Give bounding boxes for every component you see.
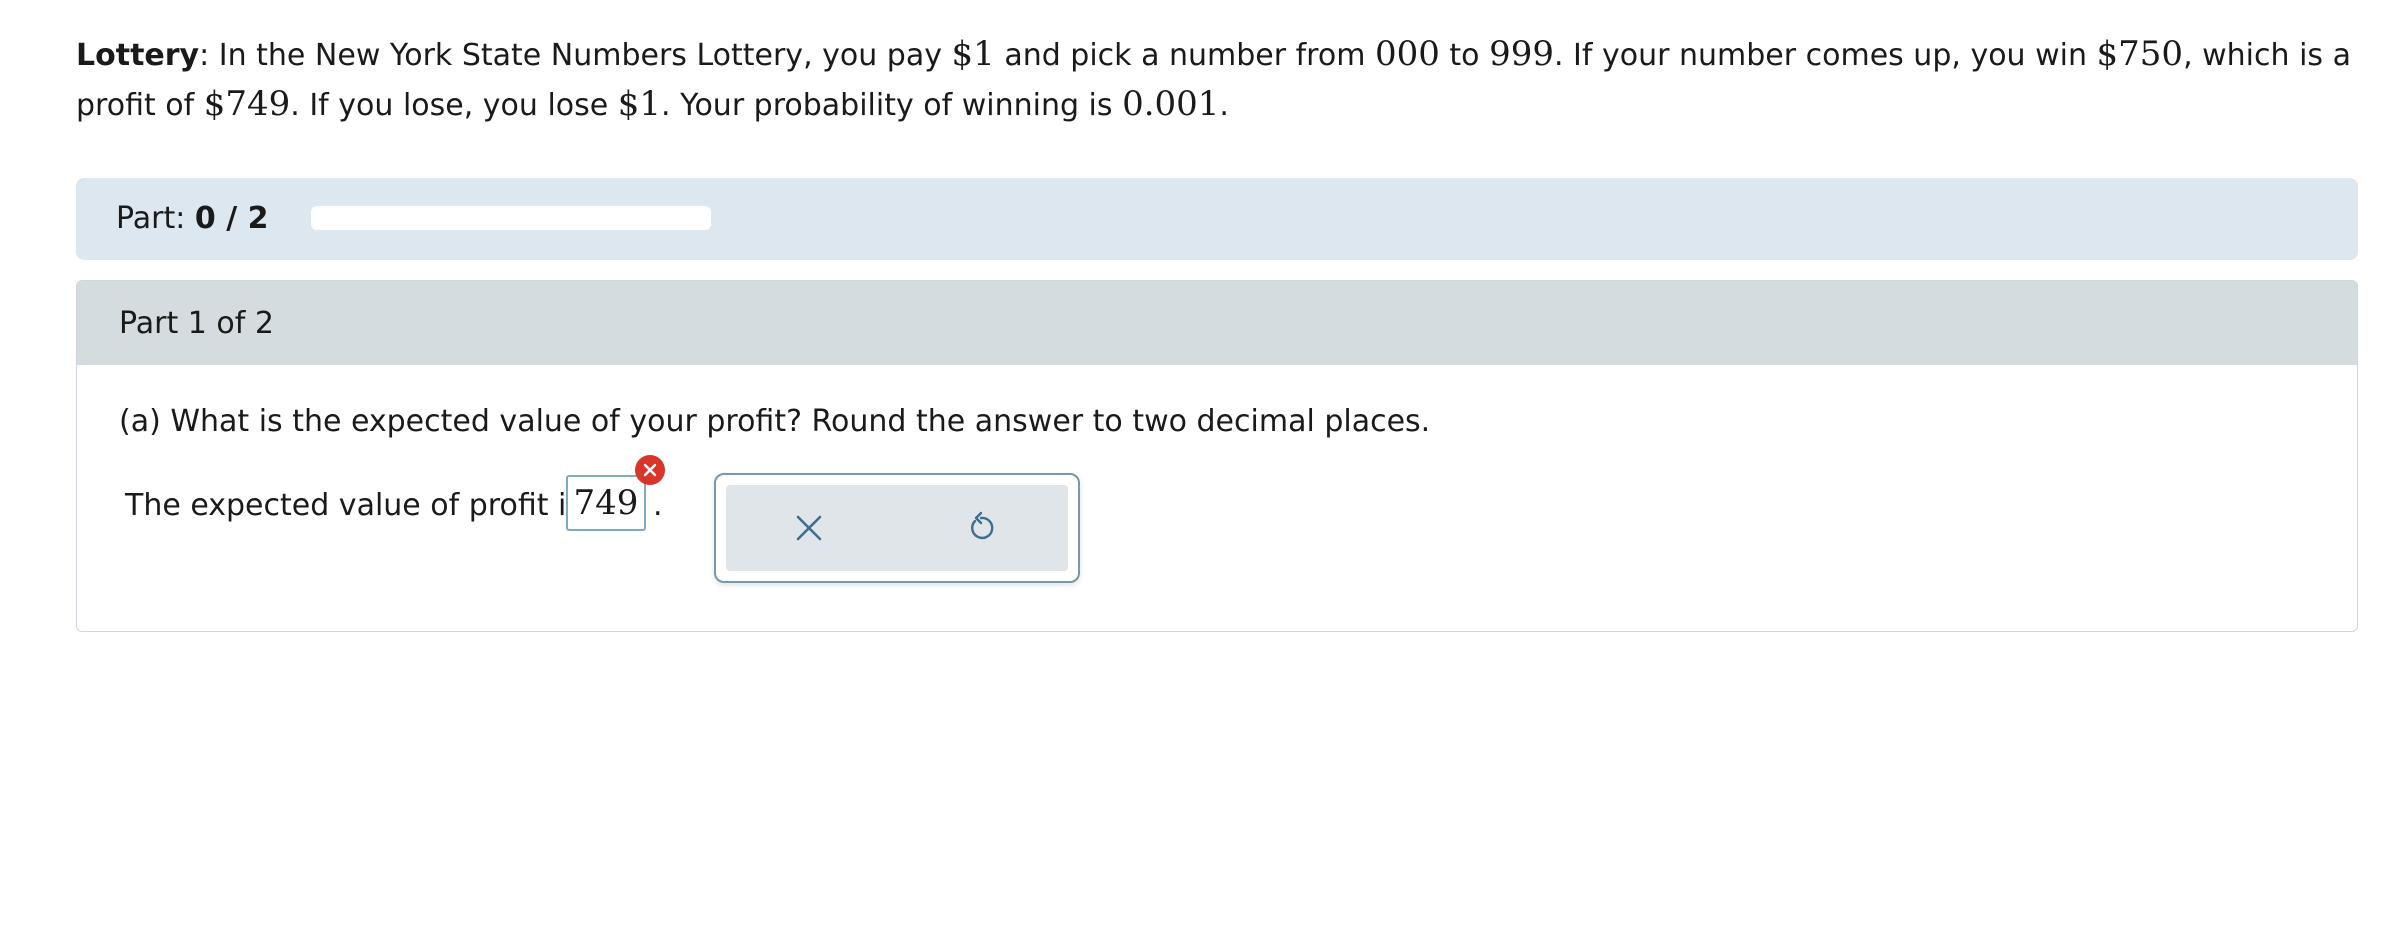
problem-math-1: $1	[951, 34, 995, 74]
part-title: Part 1 of 2	[119, 306, 274, 341]
problem-math-2: 000	[1374, 34, 1440, 74]
incorrect-icon	[635, 455, 665, 485]
undo-button[interactable]	[956, 503, 1006, 553]
progress-label-text: Part:	[116, 201, 195, 236]
answer-tools-popup	[714, 473, 1080, 583]
part-header: Part 1 of 2	[77, 281, 2357, 365]
problem-math-3: 999	[1489, 34, 1554, 74]
answer-input[interactable]: 749	[566, 475, 646, 531]
problem-math-7: 0.001	[1122, 84, 1220, 124]
answer-prefix: The expected value of profit is	[125, 488, 582, 523]
clear-button[interactable]	[784, 503, 834, 553]
problem-title: Lottery	[76, 38, 200, 73]
answer-value: 749	[573, 483, 639, 523]
question-text: (a) What is the expected value of your p…	[119, 404, 1431, 439]
answer-tools-panel	[726, 485, 1068, 571]
problem-text-3: to	[1439, 38, 1490, 73]
problem-math-6: $1	[617, 84, 662, 124]
undo-icon	[971, 511, 994, 540]
progress-value: 0 / 2	[194, 201, 269, 236]
problem-text-8: .	[1219, 88, 1229, 123]
problem-text-7: . Your probability of winning is	[661, 88, 1123, 123]
part-card: Part 1 of 2 (a) What is the expected val…	[76, 280, 2358, 632]
problem-text-2: and pick a number from	[994, 38, 1375, 73]
problem-text-1: : In the New York State Numbers Lottery,…	[199, 38, 952, 73]
x-icon	[796, 515, 822, 541]
part-progress-bar: Part: 0 / 2	[76, 178, 2358, 260]
progress-track	[311, 206, 711, 230]
problem-statement: Lottery: In the New York State Numbers L…	[76, 30, 2356, 130]
problem-text-4: . If your number comes up, you win	[1553, 38, 2097, 73]
problem-text-6: . If you lose, you lose	[290, 88, 618, 123]
problem-math-4: $750	[2096, 34, 2184, 74]
answer-suffix: .	[653, 488, 663, 523]
problem-math-5: $749	[203, 84, 291, 124]
progress-label: Part: 0 / 2	[116, 200, 268, 238]
